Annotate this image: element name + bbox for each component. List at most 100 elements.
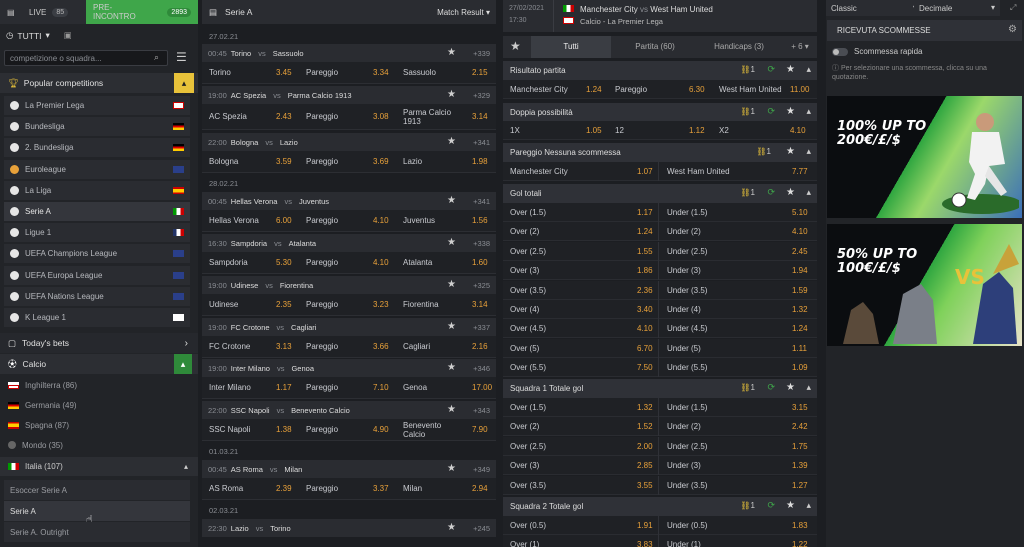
odds-home-team[interactable]: Bologna (209, 157, 269, 166)
odds-draw-value[interactable]: 3.23 (373, 300, 389, 309)
odds-draw-value[interactable]: 4.90 (373, 425, 389, 434)
odds-away-value[interactable]: 1.56 (472, 216, 488, 225)
odds-left-value[interactable]: 3.40 (637, 305, 653, 314)
odds-right-label[interactable]: Under (3) (667, 461, 701, 470)
odds-home-team[interactable]: AS Roma (209, 484, 269, 493)
odds-right-label[interactable]: Under (3.5) (667, 481, 707, 490)
link-icon[interactable]: ⛓1 (740, 65, 755, 74)
odds-away-team[interactable]: Atalanta (403, 258, 459, 267)
odds-right-label[interactable]: Under (3.5) (667, 286, 707, 295)
view-select[interactable]: Classic▾ (826, 0, 922, 16)
odds-home-team[interactable]: AC Spezia (209, 112, 269, 121)
star-icon[interactable]: ★ (447, 321, 456, 332)
odds-right-label[interactable]: Under (5.5) (667, 363, 707, 372)
popular-item[interactable]: 2. Bundesliga (4, 138, 190, 158)
odds-away-team[interactable]: Sassuolo (403, 68, 459, 77)
odds-left-value[interactable]: 1.32 (637, 403, 653, 412)
odds-left-label[interactable]: Over (3) (510, 266, 539, 275)
odds-right-label[interactable]: Under (1.5) (667, 403, 707, 412)
odds-right-value[interactable]: 1.11 (792, 344, 807, 353)
star-icon[interactable]: ★ (786, 146, 795, 157)
odds-away-value[interactable]: 2.94 (472, 484, 488, 493)
star-icon[interactable]: ★ (447, 522, 456, 533)
country-inghilterra[interactable]: Inghilterra (86) (0, 375, 198, 395)
refresh-icon[interactable]: ⟳ (767, 106, 775, 117)
tab-more[interactable]: + 6 ▾ (785, 36, 815, 58)
match-header[interactable]: 22:00 SSC Napoli vs Benevento Calcio ★ +343 (202, 401, 496, 419)
filter-tutti[interactable]: ◷ TUTTI ▾ ▣ (6, 30, 72, 41)
tab-handicaps[interactable]: Handicaps (3) (699, 36, 779, 58)
odds-draw-label[interactable]: Pareggio (306, 300, 338, 309)
odds-away-value[interactable]: 1.60 (472, 258, 488, 267)
odds-draw-label[interactable]: Pareggio (306, 216, 338, 225)
tab-tutti[interactable]: Tutti (531, 36, 611, 58)
notes-icon[interactable]: ▣ (64, 30, 72, 41)
refresh-icon[interactable]: ⟳ (767, 500, 775, 511)
quick-bet-toggle[interactable]: Scommessa rapida (832, 47, 922, 56)
odds-home-team[interactable]: SSC Napoli (209, 425, 269, 434)
chevron-up-icon[interactable]: ▴ (806, 382, 811, 393)
odds-home-team[interactable]: Udinese (209, 300, 269, 309)
odds-a-label[interactable]: Manchester City (510, 85, 568, 94)
odds-right-value[interactable]: 4.10 (792, 227, 808, 236)
odds-home-value[interactable]: 3.59 (276, 157, 292, 166)
odds-right-label[interactable]: Under (2.5) (667, 442, 707, 451)
odds-left-label[interactable]: Over (2) (510, 227, 539, 236)
odds-away-value[interactable]: 2.16 (472, 342, 488, 351)
more-markets[interactable]: +341 (473, 138, 490, 147)
odds-away-team[interactable]: Juventus (403, 216, 459, 225)
odds-right-value[interactable]: 1.32 (792, 305, 808, 314)
odds-right-label[interactable]: Under (1) (667, 540, 701, 547)
odds-draw-value[interactable]: 3.34 (373, 68, 389, 77)
odds-left-value[interactable]: 3.55 (637, 481, 653, 490)
odds-right-label[interactable]: Under (0.5) (667, 521, 707, 530)
star-icon[interactable]: ★ (447, 47, 456, 58)
odds-right-label[interactable]: Under (4.5) (667, 324, 707, 333)
odds-draw-label[interactable]: Pareggio (306, 258, 338, 267)
chevron-up-icon[interactable]: ▴ (806, 500, 811, 511)
odds-b-label[interactable]: Pareggio (615, 85, 647, 94)
odds-away-team[interactable]: Genoa (403, 383, 459, 392)
popular-item[interactable]: Bundesliga (4, 117, 190, 137)
odds-draw-value[interactable]: 3.69 (373, 157, 389, 166)
odds-home-value[interactable]: 2.43 (276, 112, 292, 121)
odds-left-value[interactable]: 6.70 (637, 344, 653, 353)
odds-left-label[interactable]: Over (1.5) (510, 208, 546, 217)
star-icon[interactable]: ★ (447, 136, 456, 147)
odds-left-label[interactable]: Over (2.5) (510, 442, 546, 451)
odds-right-label[interactable]: Under (4) (667, 305, 701, 314)
odds-right-label[interactable]: West Ham United (667, 167, 730, 176)
country-germania[interactable]: Germania (49) (0, 395, 198, 415)
market-header[interactable]: Squadra 1 Totale gol ⛓1 ⟳ ★ ▴ (503, 379, 817, 398)
odds-c-label[interactable]: X2 (719, 126, 729, 135)
market-select[interactable]: Match Result ▾ (437, 8, 490, 17)
odds-right-label[interactable]: Under (5) (667, 344, 701, 353)
market-header[interactable]: Doppia possibilità ⛓1 ⟳ ★ ▴ (503, 103, 817, 122)
odds-home-value[interactable]: 6.00 (276, 216, 292, 225)
popular-item[interactable]: La Liga (4, 180, 190, 200)
more-markets[interactable]: +329 (473, 91, 490, 100)
market-header[interactable]: Risultato partita ⛓1 ⟳ ★ ▴ (503, 61, 817, 80)
odds-home-value[interactable]: 2.39 (276, 484, 292, 493)
odds-draw-value[interactable]: 3.08 (373, 112, 389, 121)
odds-b-value[interactable]: 6.30 (689, 85, 705, 94)
match-header[interactable]: 19:00 FC Crotone vs Cagliari ★ +337 (202, 318, 496, 336)
odds-left-label[interactable]: Over (1.5) (510, 403, 546, 412)
market-header[interactable]: Pareggio Nessuna scommessa ⛓1 ★ ▴ (503, 143, 817, 162)
more-markets[interactable]: +338 (473, 239, 490, 248)
odds-left-value[interactable]: 1.52 (637, 422, 653, 431)
odds-away-team[interactable]: Parma Calcio 1913 (403, 108, 459, 126)
tab-partita[interactable]: Partita (60) (615, 36, 695, 58)
refresh-icon[interactable]: ⟳ (767, 187, 775, 198)
expand-icon[interactable]: ⤢ (1010, 3, 1016, 13)
market-header[interactable]: Squadra 2 Totale gol ⛓1 ⟳ ★ ▴ (503, 497, 817, 516)
refresh-icon[interactable]: ⟳ (767, 64, 775, 75)
odds-home-value[interactable]: 1.17 (276, 383, 292, 392)
star-icon[interactable]: ★ (786, 106, 795, 117)
odds-left-value[interactable]: 1.24 (637, 227, 653, 236)
chevron-up-icon[interactable]: ▴ (806, 106, 811, 117)
odds-right-value[interactable]: 3.15 (792, 403, 808, 412)
odds-home-value[interactable]: 2.35 (276, 300, 292, 309)
odds-left-value[interactable]: 3.83 (637, 540, 653, 547)
star-icon[interactable]: ★ (447, 362, 456, 373)
